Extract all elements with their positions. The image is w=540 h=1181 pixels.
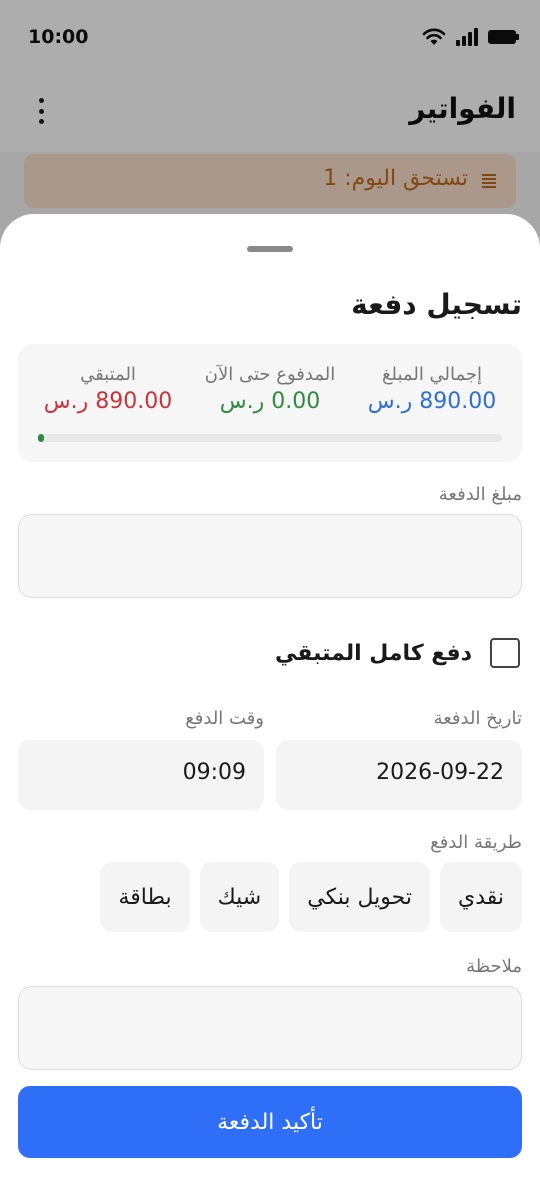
payment-progress-fill [38, 434, 44, 442]
method-cash-chip[interactable]: نقدي [439, 862, 522, 932]
pay-full-label: دفع كامل المتبقي [275, 640, 472, 666]
remaining-value: 890.00 ر.س [43, 389, 173, 414]
payment-method-options: نقدي تحويل بنكي شيك بطاقة [100, 862, 522, 932]
method-card-chip[interactable]: بطاقة [100, 862, 190, 932]
date-value: 2026-09-22 [376, 760, 504, 785]
paid-value: 0.00 ر.س [219, 389, 321, 414]
confirm-payment-button[interactable]: تأكيد الدفعة [18, 1086, 522, 1158]
time-value: 09:09 [182, 760, 246, 785]
time-label: وقت الدفع [185, 708, 264, 729]
drag-handle[interactable] [247, 246, 293, 252]
date-label: تاريخ الدفعة [433, 708, 522, 729]
pay-full-remaining-row[interactable]: دفع كامل المتبقي [275, 636, 520, 670]
summary-total: إجمالي المبلغ 890.00 ر.س [352, 364, 512, 414]
amount-label: مبلغ الدفعة [438, 484, 522, 505]
note-label: ملاحظة [466, 956, 522, 977]
sheet-title: تسجيل دفعة [351, 288, 522, 321]
remaining-label: المتبقي [80, 364, 136, 385]
method-cheque-chip[interactable]: شيك [199, 862, 280, 932]
note-input[interactable] [18, 986, 522, 1070]
total-label: إجمالي المبلغ [381, 364, 483, 385]
summary-paid: المدفوع حتى الآن 0.00 ر.س [190, 364, 350, 414]
method-bank-transfer-chip[interactable]: تحويل بنكي [289, 862, 430, 932]
amount-input[interactable] [18, 514, 522, 598]
paid-label: المدفوع حتى الآن [204, 364, 336, 385]
payment-progress-bar [38, 434, 502, 442]
record-payment-sheet: تسجيل دفعة إجمالي المبلغ 890.00 ر.س المد… [0, 214, 540, 1181]
time-picker[interactable]: 09:09 [18, 740, 264, 810]
payment-method-label: طريقة الدفع [430, 832, 522, 853]
payment-summary: إجمالي المبلغ 890.00 ر.س المدفوع حتى الآ… [18, 344, 522, 462]
date-picker[interactable]: 2026-09-22 [276, 740, 522, 810]
total-value: 890.00 ر.س [367, 389, 497, 414]
summary-remaining: المتبقي 890.00 ر.س [28, 364, 188, 414]
pay-full-checkbox[interactable] [490, 638, 520, 668]
